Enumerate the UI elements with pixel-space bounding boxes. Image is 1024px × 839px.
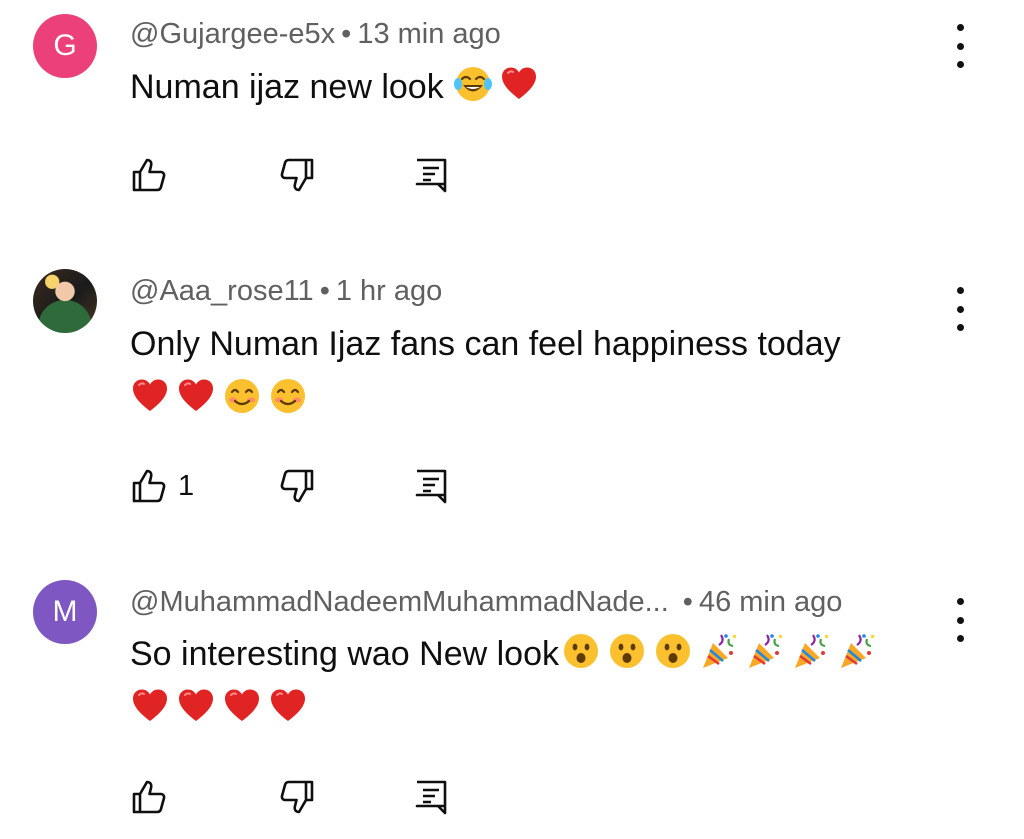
- party-popper-emoji: [699, 631, 739, 671]
- comment-time: 1 hr ago: [335, 275, 443, 307]
- thumb-down-icon: [278, 778, 316, 816]
- dislike-button[interactable]: [278, 777, 316, 817]
- party-popper-emoji: [745, 631, 785, 671]
- comment-meta: @Gujargee-e5x • 13 min ago: [130, 18, 501, 51]
- comment-author[interactable]: @MuhammadNadeemMuhammadNade...: [130, 586, 669, 618]
- party-popper-emoji: [791, 631, 831, 671]
- smiling-emoji: [222, 376, 262, 416]
- reply-comment-icon: [412, 467, 450, 505]
- avatar[interactable]: M: [33, 580, 97, 644]
- comment-text: Only Numan Ijaz fans can feel happiness …: [130, 317, 930, 427]
- avatar[interactable]: [33, 269, 97, 333]
- more-vert-icon[interactable]: [945, 598, 975, 642]
- comment-item: G @Gujargee-e5x • 13 min ago Numan ijaz ne…: [0, 0, 1024, 230]
- separator-dot: •: [319, 275, 330, 307]
- smiling-emoji: [268, 376, 308, 416]
- red-heart-emoji: [268, 686, 308, 726]
- more-vert-icon[interactable]: [945, 287, 975, 331]
- comment-meta: @MuhammadNadeemMuhammadNade... • 46 min ag…: [130, 586, 842, 619]
- like-button[interactable]: 1: [130, 466, 194, 506]
- comment-text: Numan ijaz new look: [130, 60, 930, 115]
- comment-body: So interesting wao New look: [130, 635, 560, 673]
- reply-comment-icon: [412, 156, 450, 194]
- comment-author[interactable]: @Gujargee-e5x: [130, 18, 335, 50]
- separator-dot: •: [341, 18, 352, 50]
- thumb-down-icon: [278, 156, 316, 194]
- comment-time: 13 min ago: [357, 18, 501, 50]
- astonished-emoji: [607, 631, 647, 671]
- comment-time: 46 min ago: [698, 586, 843, 618]
- thumb-up-icon: [130, 778, 168, 816]
- comment-author[interactable]: @Aaa_rose11: [130, 275, 314, 307]
- reply-button[interactable]: [412, 155, 450, 195]
- like-count: 1: [178, 469, 195, 502]
- red-heart-emoji: [222, 686, 262, 726]
- avatar-letter: G: [53, 29, 77, 62]
- astonished-emoji: [561, 631, 601, 671]
- more-vert-icon[interactable]: [945, 24, 975, 68]
- astonished-emoji: [653, 631, 693, 671]
- reply-comment-icon: [412, 778, 450, 816]
- joy-emoji: [453, 64, 493, 104]
- like-button[interactable]: [130, 155, 178, 195]
- separator-dot: •: [682, 586, 693, 618]
- thumb-up-icon: [130, 467, 168, 505]
- comment-meta: @Aaa_rose11 • 1 hr ago: [130, 275, 442, 308]
- comment-body: Numan ijaz new look: [130, 68, 444, 106]
- red-heart-emoji: [176, 686, 216, 726]
- comment-item: M @MuhammadNadeemMuhammadNade... • 46 min …: [0, 570, 1024, 839]
- thumb-up-icon: [130, 156, 168, 194]
- comment-item: @Aaa_rose11 • 1 hr ago Only Numan Ijaz fan…: [0, 260, 1024, 550]
- thumb-down-icon: [278, 467, 316, 505]
- comment-text: So interesting wao New look: [130, 627, 930, 737]
- red-heart-emoji: [130, 686, 170, 726]
- dislike-button[interactable]: [278, 155, 316, 195]
- red-heart-emoji: [499, 64, 539, 104]
- like-button[interactable]: [130, 777, 178, 817]
- reply-button[interactable]: [412, 466, 450, 506]
- reply-button[interactable]: [412, 777, 450, 817]
- comment-body: Only Numan Ijaz fans can feel happiness …: [130, 325, 841, 363]
- avatar[interactable]: G: [33, 14, 97, 78]
- dislike-button[interactable]: [278, 466, 316, 506]
- red-heart-emoji: [176, 376, 216, 416]
- avatar-letter: M: [52, 595, 78, 628]
- red-heart-emoji: [130, 376, 170, 416]
- party-popper-emoji: [837, 631, 877, 671]
